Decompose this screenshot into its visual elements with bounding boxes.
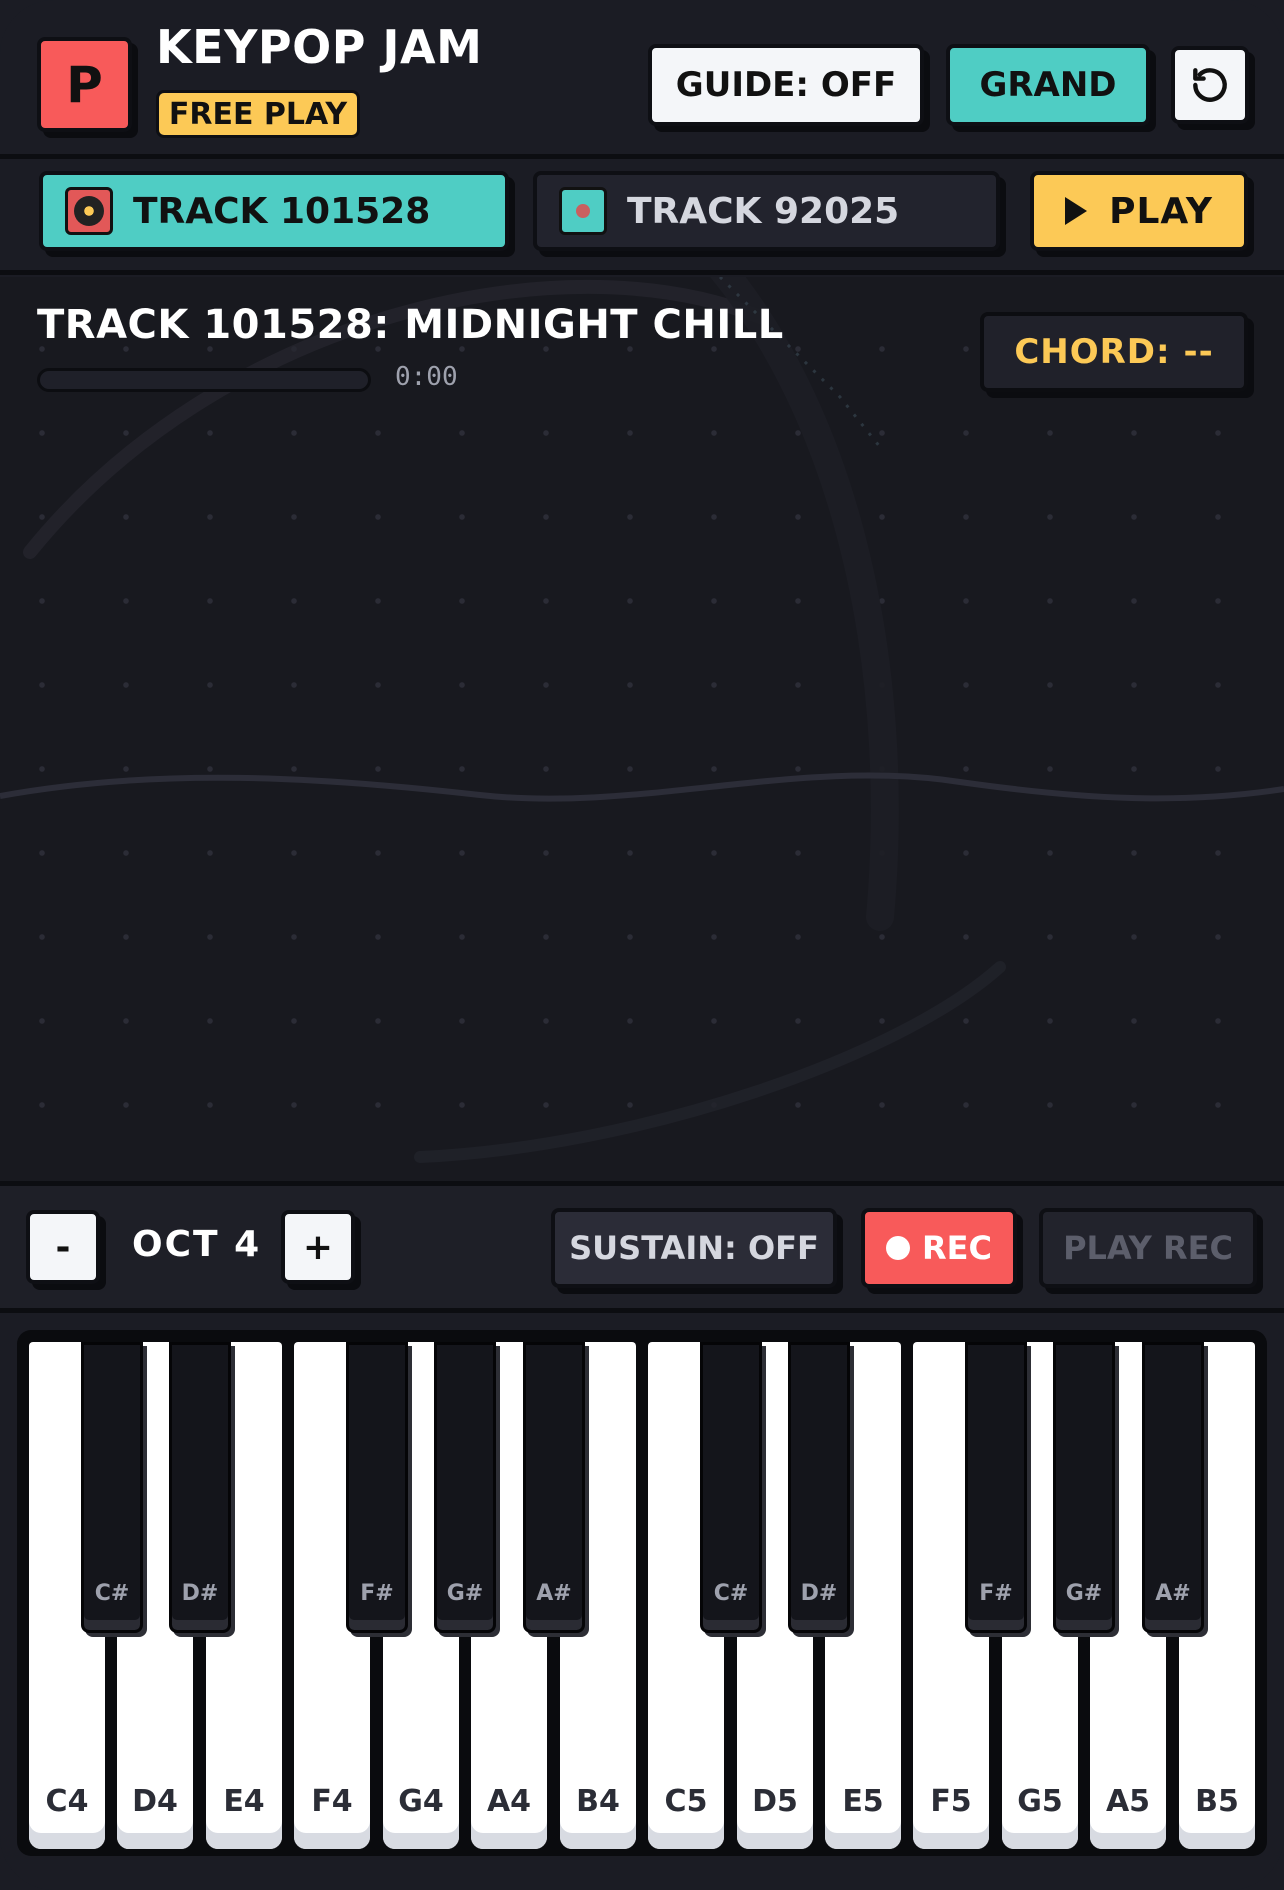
key-label: A# [536, 1581, 572, 1606]
key-label: F4 [311, 1784, 353, 1819]
piano-key-fsharp5[interactable]: F# [965, 1342, 1027, 1633]
key-label: G# [446, 1581, 484, 1606]
chord-display: CHORD: -- [980, 312, 1248, 392]
track-thumbnail-icon [559, 187, 607, 235]
piano-key-csharp5[interactable]: C# [700, 1342, 762, 1633]
tracks-divider [0, 270, 1284, 275]
octave-up-button[interactable]: + [281, 1210, 355, 1284]
controls-divider [0, 1308, 1284, 1313]
key-label: D# [800, 1581, 838, 1606]
app-title: KEYPOP JAM [156, 20, 483, 74]
track-tab-101528[interactable]: TRACK 101528 [39, 171, 509, 251]
piano-key-gsharp4[interactable]: G# [434, 1342, 496, 1633]
track-time: 0:00 [395, 362, 458, 392]
app-window: P KEYPOP JAM FREE PLAY GUIDE: OFF GRAND … [0, 0, 1284, 1890]
key-label: G5 [1017, 1784, 1063, 1819]
key-label: C5 [664, 1784, 708, 1819]
piano-key-dsharp4[interactable]: D# [169, 1342, 231, 1633]
key-label: D5 [752, 1784, 798, 1819]
reset-icon [1193, 68, 1227, 102]
play-recording-button[interactable]: PLAY REC [1039, 1208, 1257, 1288]
key-label: B5 [1195, 1784, 1239, 1819]
track-title: TRACK 101528: MIDNIGHT CHILL [37, 302, 784, 348]
key-label: G4 [398, 1784, 444, 1819]
piano-key-gsharp5[interactable]: G# [1053, 1342, 1115, 1633]
key-label: C# [713, 1581, 749, 1606]
key-label: C4 [45, 1784, 89, 1819]
app-logo: P [37, 37, 132, 132]
key-label: E4 [223, 1784, 265, 1819]
guide-toggle-button[interactable]: GUIDE: OFF [648, 44, 924, 126]
key-label: F# [979, 1581, 1013, 1606]
piano-key-dsharp5[interactable]: D# [788, 1342, 850, 1633]
key-label: E5 [842, 1784, 884, 1819]
key-label: D# [181, 1581, 219, 1606]
sustain-toggle-button[interactable]: SUSTAIN: OFF [551, 1208, 837, 1288]
key-label: B4 [576, 1784, 620, 1819]
header-divider [0, 154, 1284, 159]
key-label: C# [94, 1581, 130, 1606]
piano-key-fsharp4[interactable]: F# [346, 1342, 408, 1633]
key-label: A# [1155, 1581, 1191, 1606]
key-label: F5 [930, 1784, 972, 1819]
record-button[interactable]: REC [861, 1208, 1017, 1288]
key-label: G# [1065, 1581, 1103, 1606]
play-label: PLAY [1109, 190, 1213, 232]
note-stage [0, 277, 1284, 1181]
key-label: A5 [1105, 1784, 1151, 1819]
reset-button[interactable] [1171, 46, 1249, 124]
play-icon [1065, 197, 1088, 225]
track-tab-label: TRACK 101528 [133, 190, 431, 232]
track-tab-label: TRACK 92025 [627, 190, 900, 232]
stage-decoration [0, 277, 1284, 1163]
instrument-button[interactable]: GRAND [946, 44, 1150, 126]
play-button[interactable]: PLAY [1030, 171, 1248, 251]
vinyl-record-icon [65, 187, 113, 235]
mode-badge: FREE PLAY [156, 90, 360, 138]
piano-key-asharp5[interactable]: A# [1142, 1342, 1204, 1633]
octave-down-button[interactable]: - [26, 1210, 100, 1284]
key-label: A4 [486, 1784, 532, 1819]
track-progress-bar[interactable] [37, 368, 371, 392]
key-label: F# [360, 1581, 394, 1606]
track-tab-92025[interactable]: TRACK 92025 [533, 171, 1000, 251]
record-label: REC [922, 1229, 992, 1267]
octave-label: OCT 4 [132, 1224, 262, 1265]
piano-key-asharp4[interactable]: A# [523, 1342, 585, 1633]
record-icon [886, 1236, 910, 1260]
piano-key-csharp4[interactable]: C# [81, 1342, 143, 1633]
key-label: D4 [132, 1784, 178, 1819]
